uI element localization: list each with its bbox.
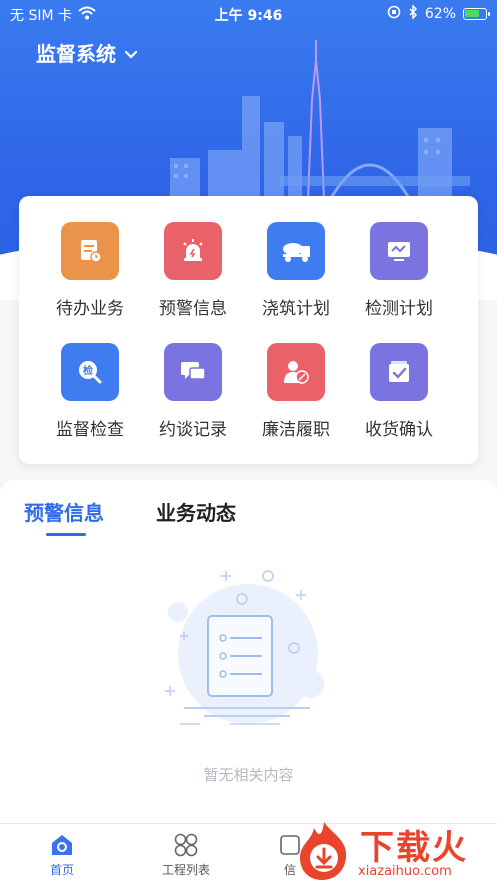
svg-text:检: 检 [83, 364, 93, 377]
home-icon [49, 832, 75, 858]
bluetooth-icon [408, 4, 418, 23]
grid-item-label: 约谈记录 [159, 420, 227, 440]
watermark-brand: 下载火 [360, 828, 468, 868]
inspect-icon: 检 [61, 343, 119, 401]
function-grid: 待办业务 预警信息 浇筑计划 检测计划 检 监督检查 约谈记录 廉洁履职 收货确… [19, 196, 478, 464]
box-check-icon [370, 343, 428, 401]
chevron-down-icon [124, 41, 138, 65]
grid-item-label: 廉洁履职 [262, 420, 330, 440]
alarm-icon [164, 222, 222, 280]
grid-item-label: 检测计划 [365, 299, 433, 319]
page-title: 监督系统 [36, 42, 116, 66]
empty-state-text: 暂无相关内容 [203, 766, 294, 784]
city-skyline-illustration [170, 40, 470, 200]
mixer-truck-icon [267, 222, 325, 280]
tabbar-label: 首页 [49, 863, 74, 877]
watermark-logo: 下载火 xiazaihuo.com [290, 816, 497, 883]
tabbar-item-home[interactable]: 首页 [22, 832, 102, 878]
grid-item-inspection[interactable]: 检 监督检查 [35, 343, 145, 440]
grid-item-label: 待办业务 [56, 299, 124, 319]
grid-item-label: 监督检查 [56, 420, 124, 440]
grid-item-label: 收货确认 [365, 420, 433, 440]
tab-warning-info[interactable]: 预警信息 [24, 497, 104, 526]
monitor-icon [370, 222, 428, 280]
grid-item-test-plan[interactable]: 检测计划 [344, 222, 454, 319]
tabbar-label: 工程列表 [161, 863, 210, 877]
watermark-domain: xiazaihuo.com [358, 864, 452, 879]
system-switcher[interactable]: 监督系统 [36, 38, 138, 67]
grid-item-receipt[interactable]: 收货确认 [344, 343, 454, 440]
tabbar-item-project-list[interactable]: 工程列表 [146, 832, 226, 878]
empty-document-illustration [165, 570, 324, 725]
flame-logo-icon [300, 822, 347, 880]
grid-icon [173, 832, 199, 858]
party-icon [267, 343, 325, 401]
status-bar: 无 SIM 卡 上午 9:46 62% [0, 0, 497, 26]
grid-item-todo[interactable]: 待办业务 [35, 222, 145, 319]
battery-icon [463, 8, 490, 20]
todo-icon [61, 222, 119, 280]
tab-business-news[interactable]: 业务动态 [156, 497, 236, 526]
grid-item-pour-plan[interactable]: 浇筑计划 [241, 222, 351, 319]
chat-icon [164, 343, 222, 401]
grid-item-warning[interactable]: 预警信息 [138, 222, 248, 319]
grid-item-integrity[interactable]: 廉洁履职 [241, 343, 351, 440]
rotation-lock-icon [387, 5, 401, 23]
grid-item-label: 浇筑计划 [262, 299, 330, 319]
info-panel: 预警信息 业务动态 暂无相关内容 [0, 480, 497, 825]
active-tab-indicator [46, 533, 86, 536]
grid-item-label: 预警信息 [159, 299, 227, 319]
battery-percent: 62% [424, 6, 456, 22]
grid-item-interview[interactable]: 约谈记录 [138, 343, 248, 440]
